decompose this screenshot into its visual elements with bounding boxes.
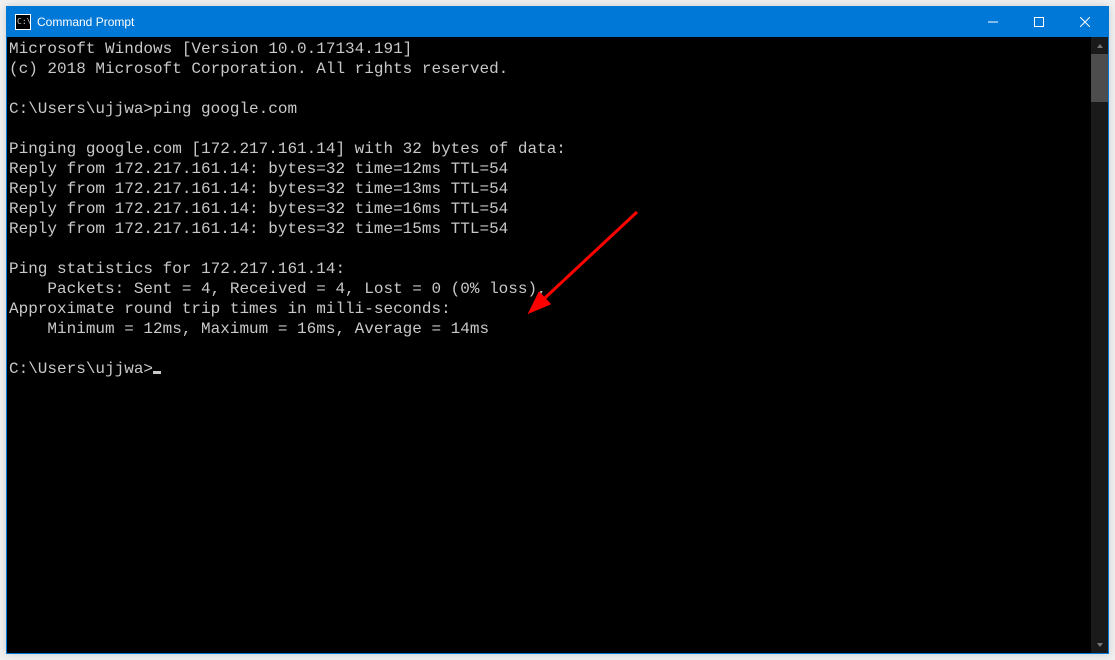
terminal-line: Reply from 172.217.161.14: bytes=32 time… (9, 180, 508, 198)
terminal-line: Approximate round trip times in milli-se… (9, 300, 451, 318)
close-icon (1080, 17, 1090, 27)
terminal-line: (c) 2018 Microsoft Corporation. All righ… (9, 60, 508, 78)
terminal-line: Reply from 172.217.161.14: bytes=32 time… (9, 220, 508, 238)
terminal-line: Pinging google.com [172.217.161.14] with… (9, 140, 566, 158)
minimize-button[interactable] (970, 7, 1016, 37)
titlebar[interactable]: C:\. Command Prompt (7, 7, 1108, 37)
terminal-line: C:\Users\ujjwa> (9, 360, 153, 378)
terminal-line: Packets: Sent = 4, Received = 4, Lost = … (9, 280, 547, 298)
cmd-icon: C:\. (15, 14, 31, 30)
scroll-up-button[interactable] (1091, 37, 1108, 54)
terminal-line: Reply from 172.217.161.14: bytes=32 time… (9, 160, 508, 178)
scroll-down-button[interactable] (1091, 636, 1108, 653)
client-area: Microsoft Windows [Version 10.0.17134.19… (7, 37, 1108, 653)
command-prompt-window: C:\. Command Prompt Microsoft Windows [V… (6, 6, 1109, 654)
window-controls (970, 7, 1108, 37)
terminal-output[interactable]: Microsoft Windows [Version 10.0.17134.19… (7, 37, 1091, 653)
maximize-icon (1034, 17, 1044, 27)
terminal-line: C:\Users\ujjwa>ping google.com (9, 100, 297, 118)
scrollbar-thumb[interactable] (1091, 54, 1108, 102)
text-cursor (153, 371, 161, 374)
terminal-line: Reply from 172.217.161.14: bytes=32 time… (9, 200, 508, 218)
window-title: Command Prompt (37, 15, 970, 29)
chevron-down-icon (1096, 641, 1104, 649)
terminal-line: Ping statistics for 172.217.161.14: (9, 260, 345, 278)
close-button[interactable] (1062, 7, 1108, 37)
vertical-scrollbar[interactable] (1091, 37, 1108, 653)
terminal-line: Minimum = 12ms, Maximum = 16ms, Average … (9, 320, 489, 338)
chevron-up-icon (1096, 42, 1104, 50)
terminal-line: Microsoft Windows [Version 10.0.17134.19… (9, 40, 412, 58)
maximize-button[interactable] (1016, 7, 1062, 37)
minimize-icon (988, 17, 998, 27)
scrollbar-track[interactable] (1091, 54, 1108, 636)
